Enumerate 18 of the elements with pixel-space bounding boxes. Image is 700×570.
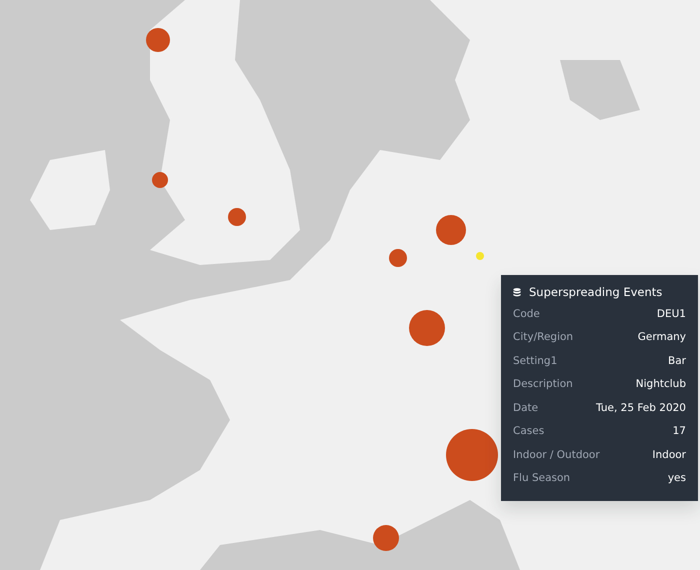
field-value: Germany bbox=[638, 330, 686, 346]
field-value: DEU1 bbox=[656, 306, 686, 322]
field-value: Bar bbox=[668, 354, 686, 369]
field-label: Code bbox=[513, 306, 540, 322]
tooltip-title: Superspreading Events bbox=[529, 284, 662, 301]
field-label: City/Region bbox=[513, 330, 574, 346]
field-value: Indoor bbox=[652, 448, 686, 463]
field-value: Tue, 25 Feb 2020 bbox=[596, 400, 686, 416]
field-label: Flu Season bbox=[513, 471, 570, 486]
field-value: yes bbox=[668, 471, 686, 486]
field-label: Description bbox=[513, 377, 573, 392]
field-label: Setting1 bbox=[513, 354, 558, 369]
field-label: Cases bbox=[513, 424, 544, 440]
field-value: 17 bbox=[672, 424, 686, 440]
field-label: Date bbox=[513, 400, 538, 416]
database-icon bbox=[513, 288, 521, 296]
field-value: Nightclub bbox=[636, 377, 686, 392]
field-label: Indoor / Outdoor bbox=[513, 448, 600, 463]
